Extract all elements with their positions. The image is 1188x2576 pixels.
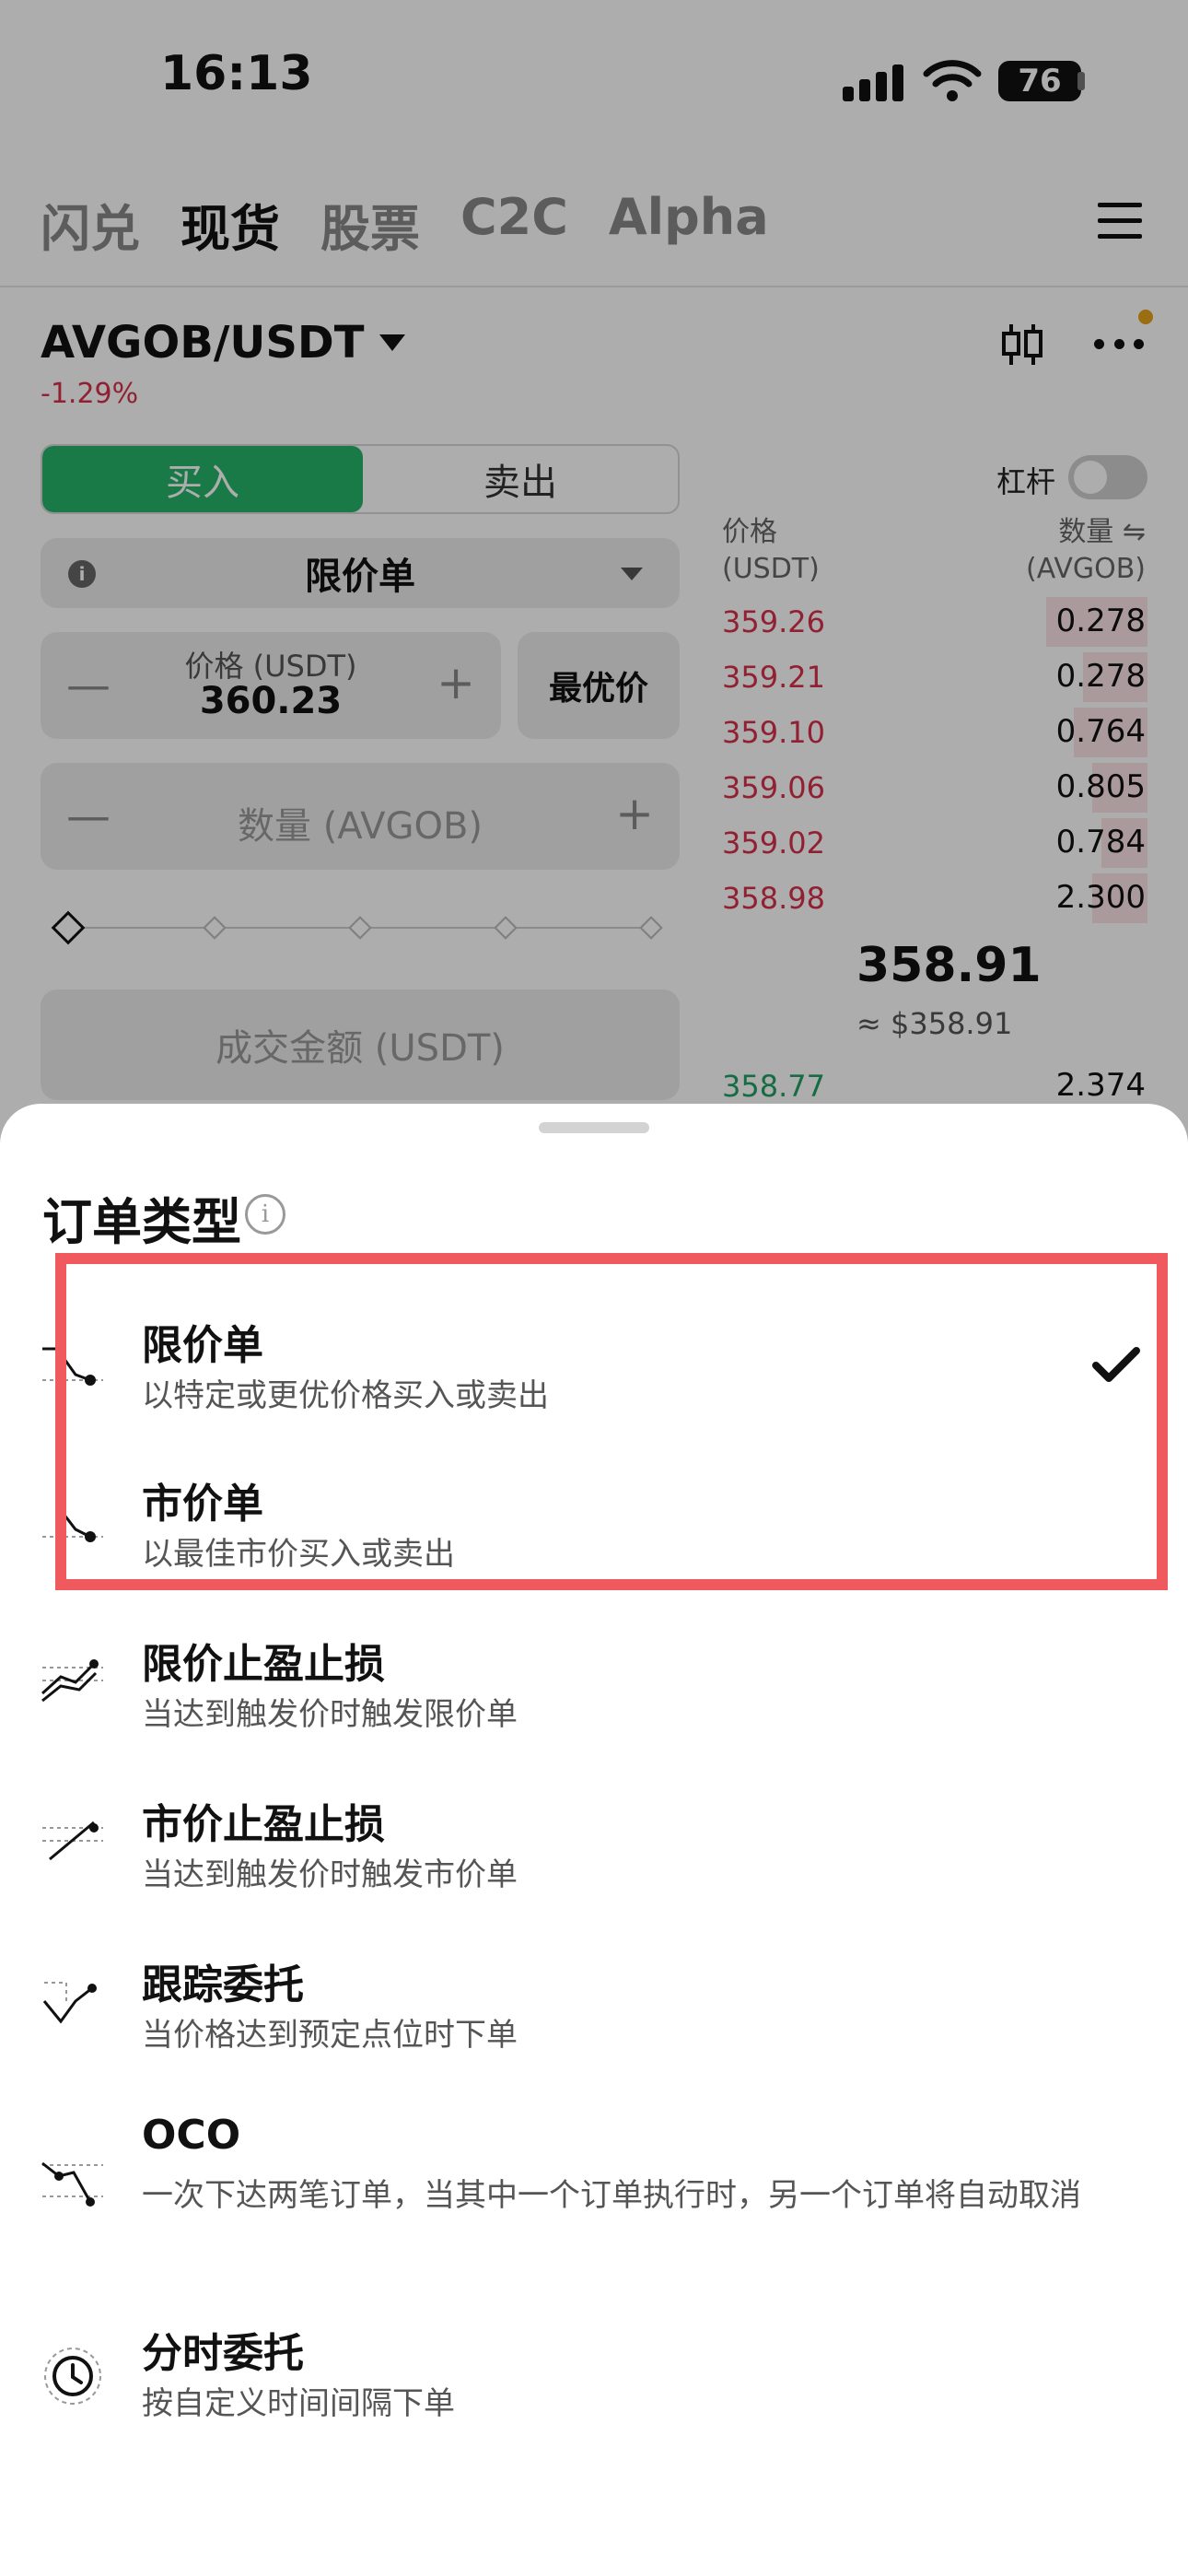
option-desc: 一次下达两笔订单，当其中一个订单执行时，另一个订单将自动取消 <box>142 2177 1081 2214</box>
option-desc: 当价格达到预定点位时下单 <box>142 2017 518 2054</box>
limit-tp-sl-icon <box>41 1659 103 1703</box>
option-desc: 按自定义时间间隔下单 <box>142 2385 455 2422</box>
option-title: 跟踪委托 <box>142 1961 304 2008</box>
twap-order-icon <box>44 2348 101 2405</box>
oco-order-icon <box>41 2161 103 2207</box>
market-tp-sl-icon <box>42 1821 103 1861</box>
option-title: 限价止盈止损 <box>142 1641 385 1688</box>
order-option-market-tp-sl[interactable]: 市价止盈止损 当达到触发价时触发市价单 <box>0 1778 1188 1916</box>
order-option-trailing[interactable]: 跟踪委托 当价格达到预定点位时下单 <box>0 1938 1188 2077</box>
highlight-annotation-box <box>55 1253 1168 1590</box>
order-option-twap[interactable]: 分时委托 按自定义时间间隔下单 <box>0 2307 1188 2445</box>
option-desc: 当达到触发价时触发限价单 <box>142 1696 518 1733</box>
option-title: 市价止盈止损 <box>142 1801 385 1848</box>
option-title: 分时委托 <box>142 2330 304 2377</box>
order-option-oco[interactable]: OCO 一次下达两笔订单，当其中一个订单执行时，另一个订单将自动取消 <box>0 2099 1188 2283</box>
trailing-order-icon <box>42 1982 97 2024</box>
info-icon[interactable]: i <box>245 1194 285 1235</box>
order-option-limit-tp-sl[interactable]: 限价止盈止损 当达到触发价时触发限价单 <box>0 1618 1188 1756</box>
modal-backdrop[interactable] <box>0 0 1188 1142</box>
sheet-title: 订单类型 <box>42 1193 241 1251</box>
option-desc: 当达到触发价时触发市价单 <box>142 1856 518 1893</box>
sheet-grabber[interactable] <box>539 1122 649 1133</box>
option-title: OCO <box>142 2112 241 2159</box>
